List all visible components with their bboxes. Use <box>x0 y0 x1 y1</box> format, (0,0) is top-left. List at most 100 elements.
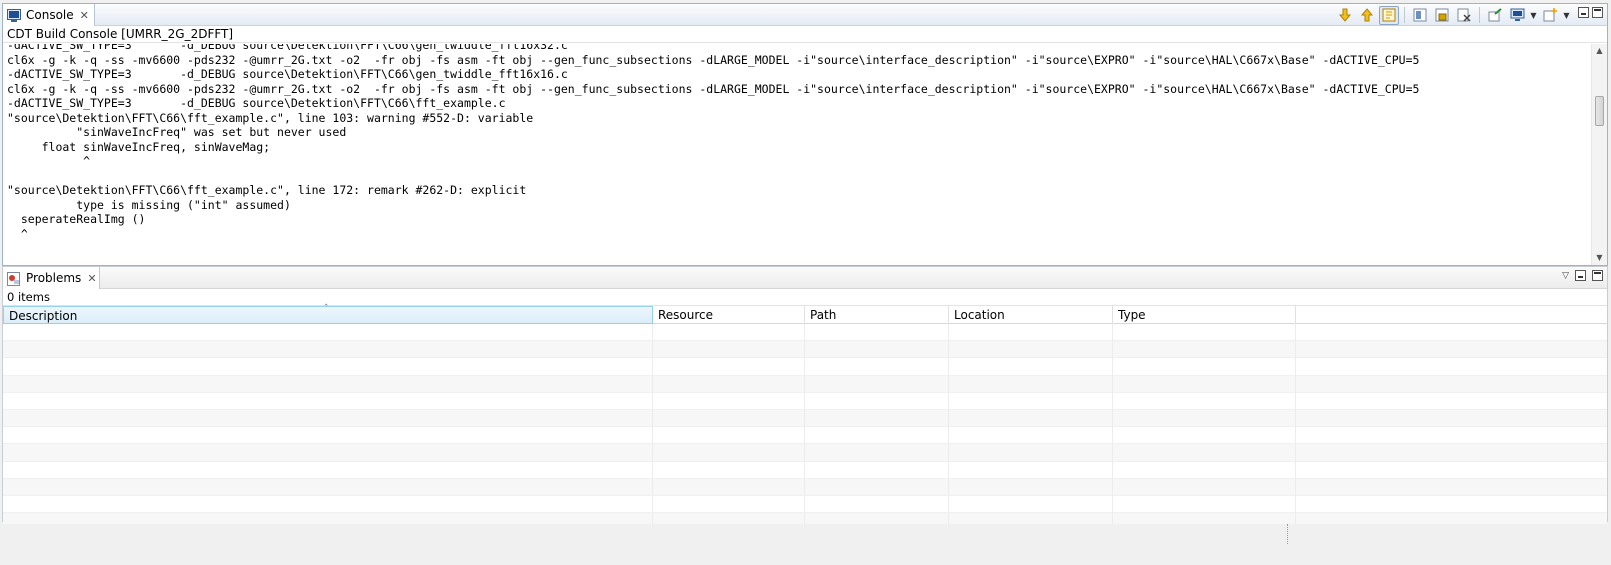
table-cell <box>3 495 653 514</box>
scroll-lock-icon[interactable] <box>1379 5 1399 25</box>
problems-table-body[interactable] <box>3 324 1607 531</box>
table-cell <box>1296 324 1607 342</box>
table-row[interactable] <box>3 461 1607 479</box>
table-cell <box>1113 461 1296 479</box>
table-cell <box>1296 427 1607 445</box>
table-cell <box>805 427 949 445</box>
tab-console[interactable]: Console ✕ <box>3 4 95 26</box>
column-label: Path <box>810 308 837 322</box>
table-row[interactable] <box>3 444 1607 462</box>
table-cell <box>653 392 805 410</box>
table-cell <box>653 478 805 496</box>
column-header-description[interactable]: Description ˆ <box>3 304 653 324</box>
console-line: float sinWaveIncFreq, sinWaveMag; <box>7 139 271 154</box>
table-cell <box>3 375 653 393</box>
table-cell <box>3 341 653 359</box>
table-cell <box>1296 410 1607 428</box>
clear-console-icon[interactable] <box>1454 6 1474 25</box>
console-tabbar: Console ✕ ▼ ▼ <box>3 4 1607 26</box>
column-header-type[interactable]: Type <box>1113 306 1296 324</box>
console-window-controls <box>1578 7 1603 18</box>
problems-table-header: Description ˆ Resource Path Location Typ… <box>3 304 1607 324</box>
console-toolbar: ▼ ▼ <box>1335 5 1571 25</box>
console-output[interactable]: -dACTIVE_SW_TYPE=3 -d_DEBUG source\Detek… <box>3 44 1591 265</box>
table-cell <box>653 324 805 342</box>
table-cell <box>653 461 805 479</box>
table-cell <box>1113 409 1296 428</box>
console-tab-label: Console <box>26 8 74 22</box>
console-vertical-scrollbar[interactable]: ▲ ▼ <box>1591 44 1607 265</box>
table-cell <box>1113 392 1296 410</box>
close-icon[interactable]: ✕ <box>87 273 96 284</box>
table-cell <box>805 478 949 496</box>
table-cell <box>3 324 653 342</box>
console-view: Console ✕ ▼ ▼ CDT Build Console [UMRR_2G… <box>2 3 1608 266</box>
problems-tabbar: Problems ✕ ▽ <box>3 267 1607 289</box>
tab-problems[interactable]: Problems ✕ <box>3 267 100 289</box>
minimize-icon[interactable] <box>1578 7 1589 18</box>
table-cell <box>1296 496 1607 514</box>
maximize-icon[interactable] <box>1592 7 1603 18</box>
table-cell <box>653 444 805 462</box>
close-icon[interactable]: ✕ <box>80 10 89 21</box>
minimize-icon[interactable] <box>1575 270 1586 281</box>
table-cell <box>3 392 653 410</box>
table-row[interactable] <box>3 409 1607 428</box>
scroll-down-icon[interactable] <box>1335 6 1355 25</box>
pin-console-icon[interactable] <box>1410 6 1430 25</box>
console-line: -dACTIVE_SW_TYPE=3 -d_DEBUG source\Detek… <box>7 67 568 81</box>
view-menu-icon[interactable]: ▽ <box>1562 271 1569 281</box>
scroll-up-arrow-icon[interactable]: ▲ <box>1592 44 1607 58</box>
table-row[interactable] <box>3 392 1607 410</box>
table-cell <box>1296 358 1607 376</box>
table-cell <box>3 478 653 496</box>
table-row[interactable] <box>3 341 1607 359</box>
toolbar-separator <box>1479 7 1480 23</box>
scrollbar-thumb[interactable] <box>1595 96 1604 126</box>
console-line: cl6x -g -k -q -ss -mv6600 -pds232 -@umrr… <box>7 52 1420 67</box>
table-cell <box>805 392 949 410</box>
table-cell <box>805 324 949 342</box>
table-row[interactable] <box>3 375 1607 393</box>
table-cell <box>1113 324 1296 342</box>
column-header-path[interactable]: Path <box>805 306 949 324</box>
scroll-up-icon[interactable] <box>1357 6 1377 25</box>
console-line: ^ <box>7 226 28 241</box>
display-selected-console-icon[interactable] <box>1507 6 1527 25</box>
console-line: "sinWaveIncFreq" was set but never used <box>7 125 347 139</box>
problems-tab-label: Problems <box>26 271 82 285</box>
table-cell <box>949 392 1113 410</box>
console-line: -dACTIVE_SW_TYPE=3 -d_DEBUG source\Detek… <box>7 44 568 52</box>
table-cell <box>1296 341 1607 359</box>
table-row[interactable] <box>3 358 1607 376</box>
table-cell <box>3 461 653 479</box>
table-row[interactable] <box>3 478 1607 496</box>
console-line: seperateRealImg () <box>7 212 146 226</box>
column-header-resource[interactable]: Resource <box>653 306 805 324</box>
table-cell <box>949 409 1113 428</box>
table-cell <box>949 495 1113 514</box>
table-cell <box>3 427 653 445</box>
maximize-icon[interactable] <box>1592 270 1603 281</box>
status-bar <box>0 524 1611 565</box>
problems-window-controls: ▽ <box>1562 270 1603 281</box>
table-cell <box>1296 444 1607 462</box>
table-cell <box>949 341 1113 359</box>
open-console-icon[interactable] <box>1485 6 1505 25</box>
chevron-down-icon[interactable]: ▼ <box>1562 11 1571 20</box>
console-line: "source\Detektion\FFT\C66\fft_example.c"… <box>7 183 527 197</box>
table-row[interactable] <box>3 495 1607 514</box>
new-console-icon[interactable] <box>1540 6 1560 25</box>
table-cell <box>949 478 1113 496</box>
table-cell <box>1113 341 1296 359</box>
lock-icon[interactable] <box>1432 6 1452 25</box>
column-header-location[interactable]: Location <box>949 306 1113 324</box>
chevron-down-icon[interactable]: ▼ <box>1529 11 1538 20</box>
table-row[interactable] <box>3 427 1607 445</box>
table-row[interactable] <box>3 324 1607 342</box>
table-cell <box>949 444 1113 462</box>
table-cell <box>653 341 805 359</box>
problems-icon <box>7 271 21 286</box>
scroll-down-arrow-icon[interactable]: ▼ <box>1592 251 1607 265</box>
